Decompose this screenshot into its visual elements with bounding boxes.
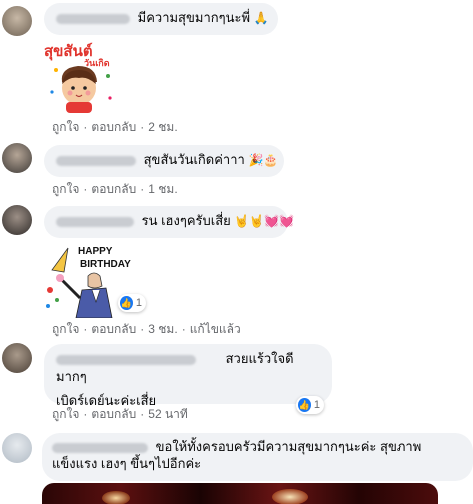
- timestamp[interactable]: 3 ชม.: [148, 320, 177, 339]
- pray-emoji: 🙏: [253, 11, 269, 25]
- comment-actions: ถูกใจ · ตอบกลับ · 3 ชม. · แก้ไขแล้ว: [52, 320, 241, 339]
- thumbs-up-icon: 👍: [298, 398, 311, 412]
- thumbs-up-icon: 👍: [120, 296, 133, 310]
- party-cake-emoji: 🎉🎂: [248, 153, 279, 167]
- like-link[interactable]: ถูกใจ: [52, 320, 79, 339]
- avatar[interactable]: [2, 343, 32, 373]
- birthday-sticker: สุขสันต์ วันเกิด: [42, 40, 122, 114]
- reaction-badge[interactable]: 👍 1: [118, 294, 146, 312]
- sticker-subtitle: วันเกิด: [84, 58, 110, 68]
- edited-label[interactable]: แก้ไขแล้ว: [190, 320, 241, 339]
- commenter-name[interactable]: [56, 155, 136, 166]
- comment-text-line2: แข็งแรง เฮงๆ ขึ้นๆไปอีกค่ะ: [52, 456, 202, 471]
- sticker-art: สุขสันต์ วันเกิด: [44, 42, 112, 113]
- comment-bubble: ขอให้ทั้งครอบครัวมีความสุขมากๆนะค่ะ สุขภ…: [42, 433, 473, 481]
- avatar[interactable]: [2, 433, 32, 463]
- comment-actions: ถูกใจ · ตอบกลับ · 1 ชม.: [52, 180, 178, 199]
- commenter-name[interactable]: [56, 354, 196, 365]
- comment-text: สุขสันวันเกิดค่าาา: [143, 152, 245, 167]
- comment-text: มีความสุขมากๆนะพี่: [137, 10, 251, 25]
- comment-bubble: สวยแร้วใจดีมากๆ เบิดร์เดย์นะค่ะเสี่ย: [44, 344, 332, 408]
- reaction-badge[interactable]: 👍 1: [296, 396, 324, 414]
- like-link[interactable]: ถูกใจ: [52, 180, 79, 199]
- commenter-name[interactable]: [52, 442, 148, 453]
- reply-link[interactable]: ตอบกลับ: [91, 180, 136, 199]
- rock-hearts-emoji: 🤘🤘💓💓: [234, 214, 295, 228]
- comment-bubble: มีความสุขมากๆนะพี่ 🙏: [44, 3, 278, 35]
- avatar[interactable]: [2, 205, 32, 235]
- comment-bubble: รน เฮงๆครับเสี่ย 🤘🤘💓💓: [44, 206, 294, 238]
- photo-highlight: [272, 489, 308, 504]
- like-link[interactable]: ถูกใจ: [52, 118, 79, 137]
- reply-link[interactable]: ตอบกลับ: [91, 118, 136, 137]
- reply-link[interactable]: ตอบกลับ: [91, 405, 136, 424]
- commenter-name[interactable]: [56, 216, 134, 227]
- timestamp[interactable]: 52 นาที: [148, 405, 188, 424]
- photo-highlight: [102, 491, 130, 504]
- timestamp[interactable]: 2 ชม.: [148, 118, 177, 137]
- reaction-count: 1: [135, 297, 142, 309]
- photo-attachment[interactable]: [42, 483, 438, 504]
- timestamp[interactable]: 1 ชม.: [148, 180, 177, 199]
- commenter-name[interactable]: [56, 13, 130, 24]
- comment-text: ขอให้ทั้งครอบครัวมีความสุขมากๆนะค่ะ สุขภ…: [155, 439, 422, 454]
- sticker-line1: HAPPY: [78, 246, 113, 257]
- comment-bubble: สุขสันวันเกิดค่าาา 🎉🎂: [44, 145, 284, 177]
- avatar[interactable]: [2, 143, 32, 173]
- comment-actions: ถูกใจ · ตอบกลับ · 2 ชม.: [52, 118, 178, 137]
- reaction-count: 1: [313, 399, 320, 411]
- reply-link[interactable]: ตอบกลับ: [91, 320, 136, 339]
- comment-actions: ถูกใจ · ตอบกลับ · 52 นาที: [52, 405, 188, 424]
- sticker-line2: BIRTHDAY: [80, 259, 131, 270]
- avatar[interactable]: [2, 6, 32, 36]
- comment-text: รน เฮงๆครับเสี่ย: [141, 213, 231, 228]
- like-link[interactable]: ถูกใจ: [52, 405, 79, 424]
